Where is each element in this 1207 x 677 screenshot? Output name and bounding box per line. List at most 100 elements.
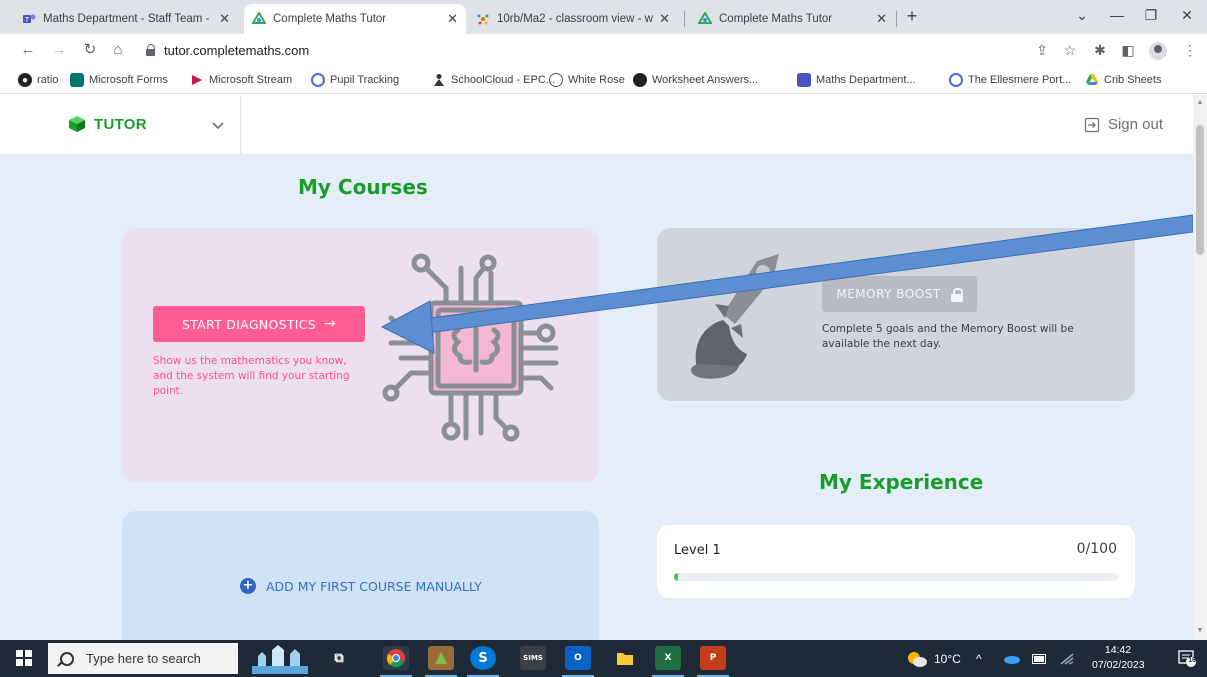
notification-count: 16	[1188, 657, 1196, 664]
scroll-thumb[interactable]	[1196, 125, 1204, 255]
task-view-icon[interactable]: ⧉	[326, 646, 352, 670]
weather-sun-cloud-icon	[908, 651, 927, 667]
close-tab-icon[interactable]: ✕	[447, 11, 458, 27]
bookmark-ratio[interactable]: ● ratio	[18, 72, 58, 88]
forms-icon	[70, 73, 84, 87]
diagnostics-card: START DIAGNOSTICS → Show us the mathemat…	[122, 228, 599, 482]
taskbar-search[interactable]: Type here to search	[48, 643, 238, 674]
bookmark-white-rose[interactable]: White Rose	[549, 72, 625, 88]
my-courses-title: My Courses	[298, 175, 428, 199]
windows-start-icon[interactable]	[16, 650, 32, 666]
share-icon[interactable]: ⇪	[1032, 40, 1052, 60]
onedrive-icon[interactable]	[1003, 640, 1021, 677]
lock-icon	[146, 44, 156, 56]
tutor-brand[interactable]: TUTOR	[68, 115, 147, 133]
bookmark-ellesmere-port[interactable]: The Ellesmere Port...	[949, 72, 1071, 88]
side-panel-icon[interactable]: ◧	[1118, 40, 1138, 60]
bookmark-maths-department[interactable]: Maths Department...	[797, 72, 916, 88]
browser-toolbar: ← → ↻ ⌂ tutor.completemaths.com ⇪ ☆ ✱ ◧ …	[0, 34, 1207, 66]
profile-avatar[interactable]	[1149, 42, 1167, 60]
add-first-course-button[interactable]: + ADD MY FIRST COURSE MANUALLY	[240, 578, 482, 594]
bookmark-crib-sheets[interactable]: Crib Sheets	[1085, 72, 1161, 88]
new-tab-button[interactable]: +	[900, 6, 924, 28]
tab-complete-maths-tutor-active[interactable]: Complete Maths Tutor ✕	[244, 4, 466, 34]
rocket-illustration	[691, 254, 779, 379]
address-bar[interactable]: tutor.completemaths.com	[146, 40, 309, 60]
lock-icon	[950, 287, 963, 302]
start-diagnostics-label: START DIAGNOSTICS	[181, 316, 317, 332]
screen: T Maths Department - Staff Team - ✕ Comp…	[0, 0, 1207, 677]
close-tab-icon[interactable]: ✕	[219, 11, 230, 27]
skype-icon[interactable]: S	[470, 646, 496, 670]
bookmark-microsoft-stream[interactable]: Microsoft Stream	[190, 72, 292, 88]
white-rose-icon	[549, 73, 563, 87]
reload-icon[interactable]: ↻	[80, 40, 100, 60]
diagnostics-description: Show us the mathematics you know, and th…	[153, 355, 350, 397]
chrome-taskbar-icon[interactable]	[383, 646, 409, 670]
close-tab-icon[interactable]: ✕	[659, 11, 670, 27]
browser-tab-bar: T Maths Department - Staff Team - ✕ Comp…	[0, 0, 1207, 34]
tab-title: Maths Department - Staff Team -	[43, 13, 210, 25]
restore-button[interactable]: ❐	[1136, 4, 1166, 28]
tab-classroom-view[interactable]: 10rb/Ma2 - classroom view - ww ✕	[468, 4, 678, 34]
forward-arrow-icon[interactable]: →	[49, 40, 69, 60]
page-viewport: TUTOR Sign out My Courses START DIAGNOST…	[0, 95, 1193, 640]
memory-boost-description: Complete 5 goals and the Memory Boost wi…	[822, 323, 1074, 350]
memory-boost-button[interactable]: MEMORY BOOST	[822, 276, 977, 312]
notification-center-icon[interactable]: 16	[1178, 649, 1196, 667]
page-scrollbar[interactable]: ▲ ▼	[1193, 95, 1207, 640]
google-drive-icon	[1085, 73, 1099, 87]
home-icon[interactable]: ⌂	[108, 40, 128, 60]
brain-chip-illustration	[382, 253, 559, 442]
close-tab-icon[interactable]: ✕	[876, 11, 887, 27]
chevron-down-icon[interactable]	[212, 117, 224, 133]
avatar-icon	[633, 73, 647, 87]
teams-icon: T	[22, 12, 36, 26]
bookmark-worksheet-answers[interactable]: Worksheet Answers...	[633, 72, 758, 88]
scroll-up-icon[interactable]: ▲	[1196, 99, 1204, 107]
scroll-down-icon[interactable]: ▼	[1196, 627, 1204, 635]
system-clock[interactable]: 14:42 07/02/2023	[1092, 643, 1145, 673]
bookmark-label: ratio	[37, 74, 59, 86]
stream-icon	[190, 73, 204, 87]
paint-app-icon[interactable]	[428, 646, 454, 670]
menu-kebab-icon[interactable]: ⋮	[1180, 40, 1200, 60]
tab-complete-maths-tutor[interactable]: Complete Maths Tutor ✕	[690, 4, 895, 34]
tab-search-chevron-icon[interactable]: ⌄	[1067, 4, 1097, 28]
bookmark-microsoft-forms[interactable]: Microsoft Forms	[70, 72, 168, 88]
back-arrow-icon[interactable]: ←	[18, 40, 38, 60]
clock-date: 07/02/2023	[1092, 659, 1145, 671]
start-diagnostics-button[interactable]: START DIAGNOSTICS →	[153, 306, 365, 342]
battery-icon[interactable]	[1032, 640, 1048, 677]
close-window-button[interactable]: ✕	[1172, 4, 1202, 28]
cube-logo-icon	[69, 116, 85, 132]
extensions-icon[interactable]: ✱	[1090, 40, 1110, 60]
bookmark-label: Crib Sheets	[1104, 74, 1162, 86]
bookmark-pupil-tracking[interactable]: Pupil Tracking	[311, 72, 399, 88]
plus-circle-icon: +	[240, 578, 256, 594]
avatar-icon: ●	[18, 73, 32, 87]
windows-taskbar: Type here to search ⧉ S SIMS O X P 10°C …	[0, 640, 1207, 677]
complete-maths-icon	[698, 12, 712, 26]
bookmarks-bar: ● ratio Microsoft Forms Microsoft Stream…	[0, 66, 1207, 94]
show-hidden-icons-chevron[interactable]: ^	[976, 640, 982, 677]
weather-widget[interactable]: 10°C	[906, 640, 961, 677]
powerpoint-icon[interactable]: P	[700, 646, 726, 670]
minimize-button[interactable]: —	[1102, 4, 1132, 28]
file-explorer-icon[interactable]	[612, 646, 638, 670]
add-course-label: ADD MY FIRST COURSE MANUALLY	[266, 578, 482, 594]
xp-progress-fill	[674, 573, 678, 581]
outlook-icon[interactable]: O	[565, 646, 591, 670]
sign-out-button[interactable]: Sign out	[1084, 116, 1163, 133]
tab-maths-department[interactable]: T Maths Department - Staff Team - ✕	[14, 4, 238, 34]
excel-icon[interactable]: X	[655, 646, 681, 670]
teams-icon	[797, 73, 811, 87]
bookmark-star-icon[interactable]: ☆	[1060, 40, 1080, 60]
sign-out-label: Sign out	[1107, 116, 1163, 133]
add-course-card: + ADD MY FIRST COURSE MANUALLY	[122, 511, 599, 640]
sims-app-icon[interactable]: SIMS	[520, 646, 546, 670]
wifi-icon[interactable]	[1059, 640, 1075, 677]
bookmark-schoolcloud[interactable]: SchoolCloud - EPC...	[432, 72, 555, 88]
app-header: TUTOR Sign out	[0, 95, 1193, 155]
complete-maths-icon	[252, 12, 266, 26]
